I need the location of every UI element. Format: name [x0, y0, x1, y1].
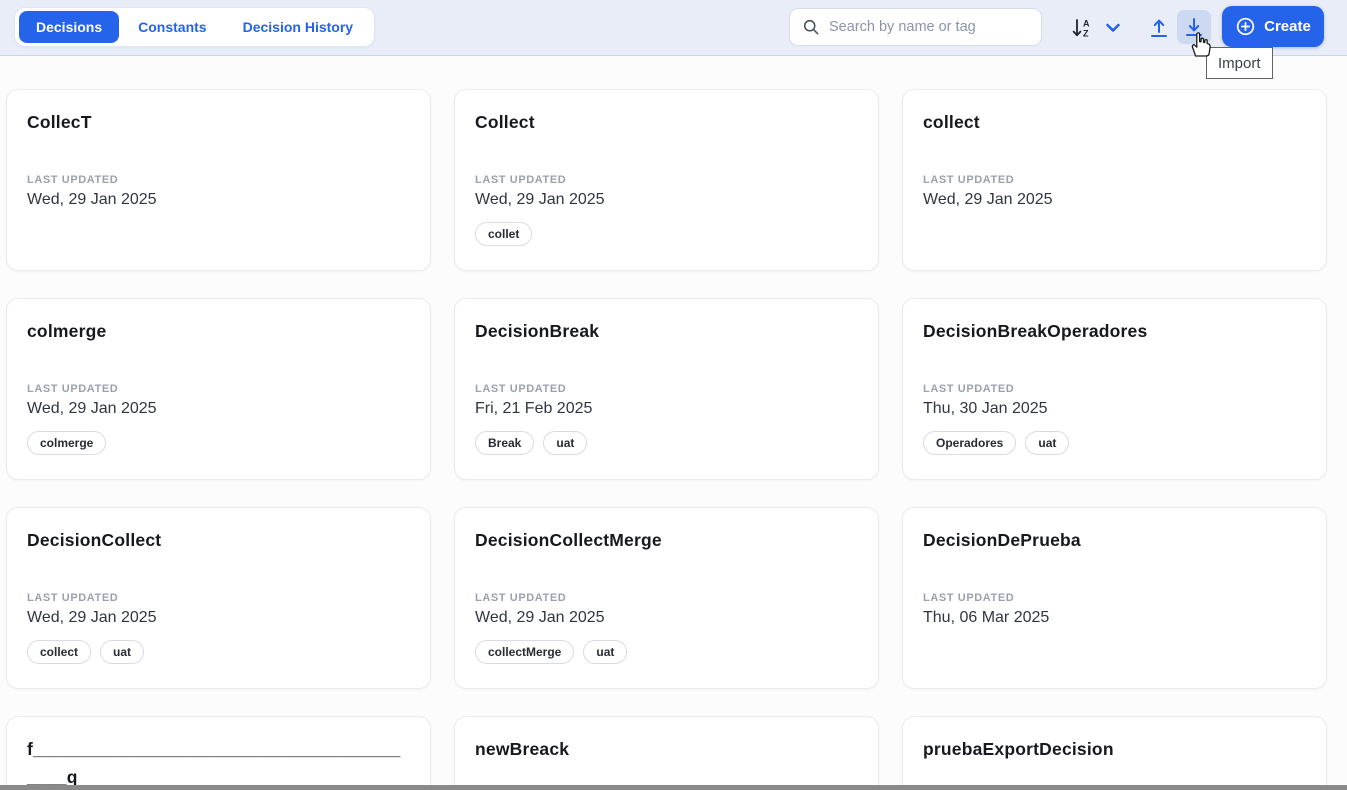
decision-card[interactable]: DecisionBreak LAST UPDATED Fri, 21 Feb 2… [454, 298, 879, 480]
last-updated-date: Fri, 21 Feb 2025 [475, 400, 858, 418]
tag-row: collectMerge uat [475, 640, 858, 664]
export-icon[interactable] [1142, 11, 1176, 45]
decision-card[interactable]: DecisionBreakOperadores LAST UPDATED Thu… [902, 298, 1327, 480]
tag-badge: collect [27, 640, 91, 664]
decision-title: DecisionDePrueba [923, 526, 1306, 554]
decision-title: colmerge [27, 317, 410, 345]
import-tooltip: Import [1206, 47, 1273, 79]
last-updated-label: LAST UPDATED [475, 592, 858, 604]
last-updated-date: Wed, 29 Jan 2025 [923, 191, 1306, 209]
decision-title: CollecT [27, 108, 410, 136]
tab-constants[interactable]: Constants [121, 11, 223, 43]
sort-az-icon[interactable]: A Z [1066, 13, 1096, 43]
decision-title: collect [923, 108, 1306, 136]
tag-badge: Break [475, 431, 534, 455]
search-input[interactable] [829, 19, 1029, 35]
sort-chevron-down-icon[interactable] [1098, 13, 1128, 43]
tag-badge: collectMerge [475, 640, 574, 664]
decision-title: f_______________________________________… [27, 735, 410, 790]
last-updated-date: Wed, 29 Jan 2025 [475, 191, 858, 209]
last-updated-label: LAST UPDATED [27, 592, 410, 604]
last-updated-date: Wed, 29 Jan 2025 [27, 191, 410, 209]
last-updated-date: Thu, 06 Mar 2025 [923, 609, 1306, 627]
decision-title: DecisionCollect [27, 526, 410, 554]
last-updated-label: LAST UPDATED [475, 383, 858, 395]
last-updated-label: LAST UPDATED [27, 174, 410, 186]
last-updated-label: LAST UPDATED [923, 383, 1306, 395]
decision-title: DecisionBreak [475, 317, 858, 345]
decision-card[interactable]: DecisionCollect LAST UPDATED Wed, 29 Jan… [6, 507, 431, 689]
decision-title: DecisionBreakOperadores [923, 317, 1306, 345]
tag-row: Break uat [475, 431, 858, 455]
last-updated-date: Wed, 29 Jan 2025 [27, 400, 410, 418]
tab-decision-history[interactable]: Decision History [226, 11, 370, 43]
tag-row: collect uat [27, 640, 410, 664]
last-updated-label: LAST UPDATED [475, 174, 858, 186]
decision-title: newBreack [475, 735, 858, 763]
decision-card[interactable]: newBreack LAST UPDATED [454, 716, 879, 790]
tag-badge: collet [475, 222, 532, 246]
tag-badge: uat [543, 431, 587, 455]
tag-badge: Operadores [923, 431, 1016, 455]
decision-title: Collect [475, 108, 858, 136]
top-toolbar: Decisions Constants Decision History A Z [0, 0, 1347, 56]
decision-card[interactable]: Collect LAST UPDATED Wed, 29 Jan 2025 co… [454, 89, 879, 271]
import-icon[interactable] [1177, 10, 1211, 44]
plus-circle-icon [1235, 16, 1256, 37]
tag-badge: colmerge [27, 431, 106, 455]
decision-card[interactable]: colmerge LAST UPDATED Wed, 29 Jan 2025 c… [6, 298, 431, 480]
search-icon [802, 18, 820, 36]
decision-card[interactable]: CollecT LAST UPDATED Wed, 29 Jan 2025 [6, 89, 431, 271]
last-updated-date: Wed, 29 Jan 2025 [475, 609, 858, 627]
decision-card[interactable]: collect LAST UPDATED Wed, 29 Jan 2025 [902, 89, 1327, 271]
tag-badge: uat [1025, 431, 1069, 455]
decision-card[interactable]: pruebaExportDecision LAST UPDATED [902, 716, 1327, 790]
tag-badge: uat [100, 640, 144, 664]
decision-card-grid: CollecT LAST UPDATED Wed, 29 Jan 2025 Co… [0, 56, 1347, 790]
last-updated-label: LAST UPDATED [923, 174, 1306, 186]
horizontal-scrollbar[interactable] [0, 785, 1347, 790]
decision-card[interactable]: f_______________________________________… [6, 716, 431, 790]
tag-row: Operadores uat [923, 431, 1306, 455]
decision-card[interactable]: DecisionDePrueba LAST UPDATED Thu, 06 Ma… [902, 507, 1327, 689]
svg-text:Z: Z [1083, 29, 1089, 39]
view-tab-group: Decisions Constants Decision History [14, 7, 375, 47]
decision-title: pruebaExportDecision [923, 735, 1306, 763]
svg-text:A: A [1083, 19, 1090, 29]
last-updated-label: LAST UPDATED [923, 592, 1306, 604]
decision-title: DecisionCollectMerge [475, 526, 858, 554]
create-button[interactable]: Create [1222, 6, 1324, 47]
search-box [789, 8, 1042, 46]
last-updated-date: Thu, 30 Jan 2025 [923, 400, 1306, 418]
last-updated-date: Wed, 29 Jan 2025 [27, 609, 410, 627]
tag-row: colmerge [27, 431, 410, 455]
tag-badge: uat [583, 640, 627, 664]
decision-card[interactable]: DecisionCollectMerge LAST UPDATED Wed, 2… [454, 507, 879, 689]
create-button-label: Create [1264, 18, 1311, 35]
last-updated-label: LAST UPDATED [27, 383, 410, 395]
tag-row: collet [475, 222, 858, 246]
tab-decisions[interactable]: Decisions [19, 11, 119, 43]
